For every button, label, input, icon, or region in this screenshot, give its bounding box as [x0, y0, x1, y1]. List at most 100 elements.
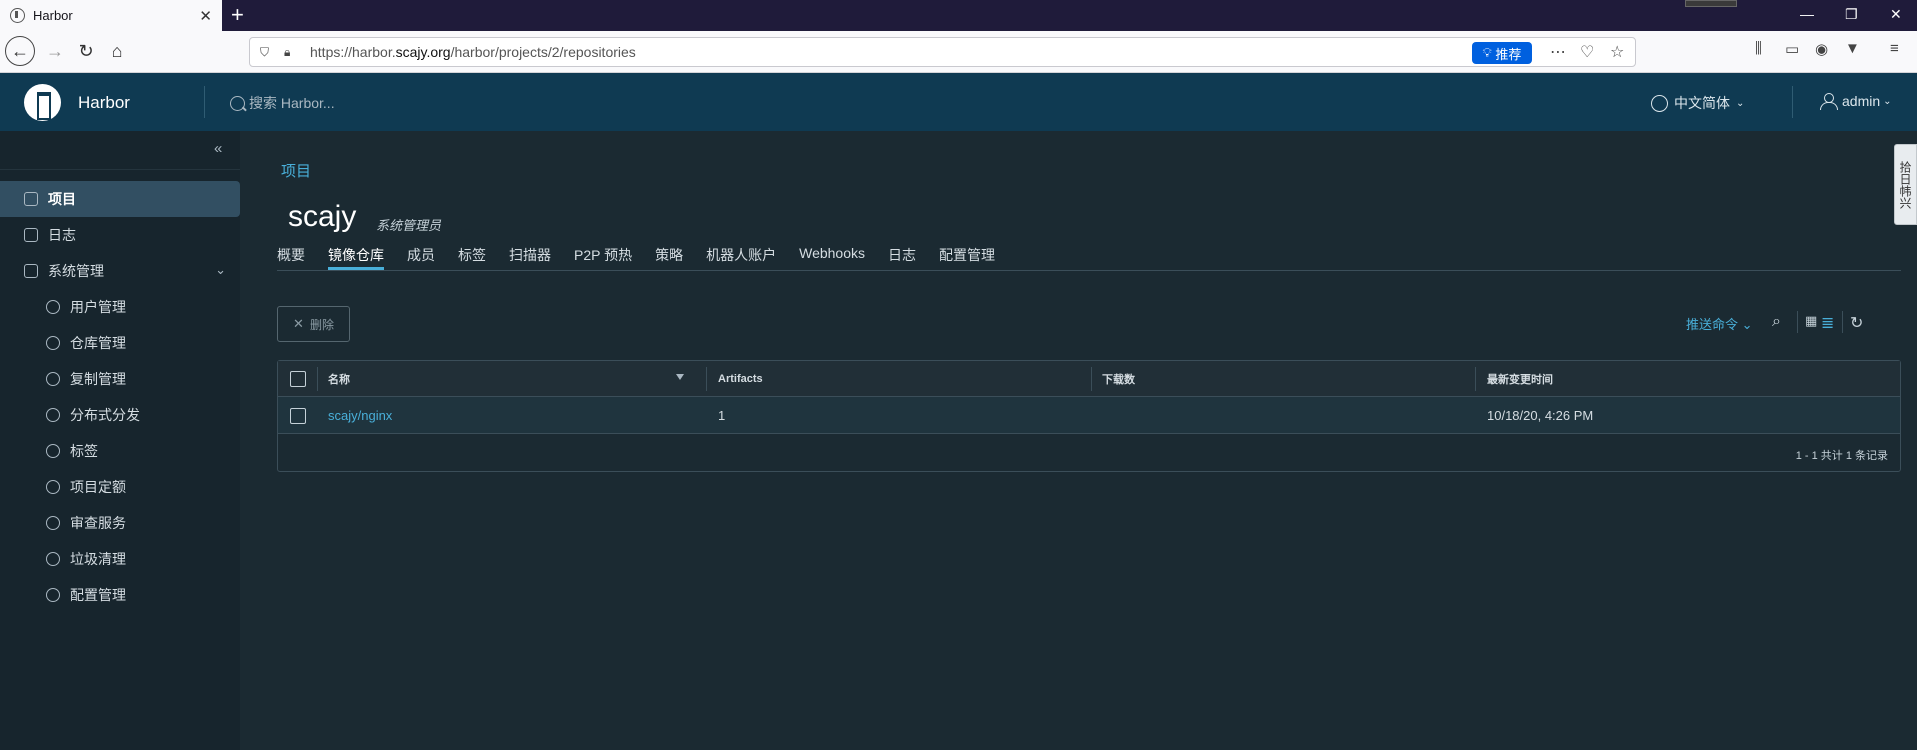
app-header: Harbor 搜索 Harbor... 中文简体 ⌄ admin ⌄ — [0, 73, 1917, 131]
tab-robot-accounts[interactable]: 机器人账户 — [706, 245, 776, 270]
select-all-checkbox[interactable] — [290, 361, 306, 397]
recommend-button[interactable]: 💡︎ 推荐 — [1472, 42, 1532, 64]
user-icon — [1820, 93, 1838, 110]
card-view-icon[interactable]: ▦ — [1805, 313, 1817, 329]
tab-configuration[interactable]: 配置管理 — [939, 245, 995, 270]
tab-members[interactable]: 成员 — [407, 245, 435, 270]
row-checkbox[interactable] — [290, 397, 306, 434]
tab-close-icon[interactable]: ✕ — [199, 7, 212, 25]
column-divider — [706, 367, 707, 391]
delete-label: 删除 — [309, 317, 334, 332]
column-header-name[interactable]: 名称 — [328, 361, 350, 397]
url-text[interactable]: https://harbor.scajy.org/harbor/projects… — [310, 44, 636, 60]
user-menu[interactable]: admin ⌄ — [1820, 93, 1892, 110]
lock-icon[interactable]: 🔒︎ — [284, 45, 298, 59]
restore-icon[interactable]: ❐ — [1845, 6, 1858, 23]
sidebar-item-registries[interactable]: 仓库管理 — [0, 325, 240, 361]
pagination-summary: 1 - 1 共计 1 条记录 — [1795, 450, 1888, 462]
browser-navbar: ← → ↻ ⌂ ⛉ 🔒︎ https://harbor.scajy.org/ha… — [0, 31, 1917, 73]
sidebar-item-labels[interactable]: 标签 — [0, 433, 240, 469]
sidebar-item-logs[interactable]: 日志 — [0, 217, 240, 253]
tracking-shield-icon[interactable]: ⛉ — [260, 45, 274, 59]
sidebar-item-label: 配置管理 — [70, 587, 126, 603]
extension-icon[interactable]: ▼ — [1845, 40, 1860, 57]
sidebar-item-label: 审查服务 — [70, 515, 126, 531]
sidebar-item-label: 标签 — [70, 443, 98, 459]
window-close-icon[interactable]: ✕ — [1890, 6, 1902, 23]
harbor-logo-icon[interactable] — [24, 84, 61, 121]
sidebar-item-quotas[interactable]: 项目定额 — [0, 469, 240, 505]
sidebar-item-projects[interactable]: 项目 — [0, 181, 240, 217]
tab-scanner[interactable]: 扫描器 — [509, 245, 551, 270]
brand-name[interactable]: Harbor — [78, 93, 130, 113]
users-icon — [46, 300, 60, 314]
pocket-icon[interactable]: ♡ — [1580, 42, 1594, 62]
refresh-icon[interactable]: ↻ — [1850, 313, 1863, 333]
table-header: 名称 Artifacts 下载数 最新变更时间 — [278, 361, 1900, 397]
page-title: scajy — [288, 200, 357, 233]
browser-tab[interactable]: Harbor ✕ — [0, 0, 222, 31]
sidebar-item-administration[interactable]: 系统管理 ⌄ — [0, 253, 240, 289]
list-view-icon[interactable]: ≣ — [1821, 313, 1834, 333]
column-header-artifacts[interactable]: Artifacts — [718, 361, 763, 397]
bookmark-star-icon[interactable]: ☆ — [1610, 42, 1624, 62]
global-search-input[interactable]: 搜索 Harbor... — [230, 93, 335, 113]
globe-icon — [1651, 94, 1668, 112]
account-icon[interactable]: ◉ — [1815, 40, 1828, 58]
sidebar-item-label: 项目 — [48, 191, 76, 207]
sidebar-item-label: 仓库管理 — [70, 335, 126, 351]
delete-button[interactable]: ✕ 删除 — [277, 306, 350, 342]
sidebar-divider — [0, 169, 240, 170]
menu-icon[interactable]: ≡ — [1890, 40, 1899, 57]
chevron-down-icon: ⌄ — [1883, 95, 1892, 107]
sidebar-icon[interactable]: ▭ — [1785, 40, 1799, 58]
tab-policy[interactable]: 策略 — [655, 245, 683, 270]
repository-link[interactable]: scajy/nginx — [328, 397, 392, 434]
column-header-downloads[interactable]: 下载数 — [1102, 361, 1135, 397]
library-icon[interactable]: ⫼ — [1755, 40, 1762, 57]
url-bar[interactable]: ⛉ 🔒︎ https://harbor.scajy.org/harbor/pro… — [249, 37, 1636, 67]
forward-arrow-icon[interactable]: → — [42, 38, 68, 64]
repositories-table: 名称 Artifacts 下载数 最新变更时间 scajy/nginx 1 10… — [277, 360, 1901, 472]
back-arrow-icon[interactable]: ← — [5, 36, 35, 66]
search-icon[interactable]: ⌕ — [1772, 313, 1781, 331]
home-icon[interactable]: ⌂ — [104, 38, 130, 64]
harbor-favicon-icon — [10, 8, 25, 23]
chevron-down-icon: ⌄ — [215, 262, 226, 277]
sidebar-item-users[interactable]: 用户管理 — [0, 289, 240, 325]
administration-icon — [24, 264, 38, 278]
filter-icon[interactable] — [676, 374, 684, 380]
sidebar-item-label: 系统管理 — [48, 263, 104, 279]
sidebar-item-configuration[interactable]: 配置管理 — [0, 577, 240, 613]
sidebar: « 项目 日志 系统管理 ⌄ 用户管理 仓库管理 复制管理 分布式分发 标签 项… — [0, 131, 240, 750]
sidebar-item-label: 日志 — [48, 227, 76, 243]
search-placeholder: 搜索 Harbor... — [249, 95, 335, 111]
sidebar-item-interrogation[interactable]: 审查服务 — [0, 505, 240, 541]
sidebar-item-label: 复制管理 — [70, 371, 126, 387]
tab-logs[interactable]: 日志 — [888, 245, 916, 270]
more-icon[interactable]: ⋯ — [1550, 42, 1566, 62]
logs-icon — [24, 228, 38, 242]
browser-tabstrip: Harbor ✕ + — ❐ ✕ — [0, 0, 1917, 31]
reload-icon[interactable]: ↻ — [73, 38, 99, 64]
tab-repositories[interactable]: 镜像仓库 — [328, 245, 384, 270]
minimize-icon[interactable]: — — [1800, 6, 1814, 22]
tab-p2p-preheat[interactable]: P2P 预热 — [574, 245, 632, 270]
breadcrumb[interactable]: 项目 — [281, 160, 311, 181]
language-selector[interactable]: 中文简体 ⌄ — [1651, 93, 1744, 113]
column-header-updated[interactable]: 最新变更时间 — [1487, 361, 1553, 397]
sidebar-item-replications[interactable]: 复制管理 — [0, 361, 240, 397]
tab-summary[interactable]: 概要 — [277, 245, 305, 270]
collapse-sidebar-icon[interactable]: « — [214, 140, 222, 157]
sidebar-item-gc[interactable]: 垃圾清理 — [0, 541, 240, 577]
shield-icon — [46, 516, 60, 530]
column-divider — [1475, 367, 1476, 391]
new-tab-icon[interactable]: + — [231, 2, 244, 28]
sidebar-item-distributions[interactable]: 分布式分发 — [0, 397, 240, 433]
tab-labels[interactable]: 标签 — [458, 245, 486, 270]
search-icon — [230, 95, 245, 111]
sidebar-item-label: 垃圾清理 — [70, 551, 126, 567]
tab-webhooks[interactable]: Webhooks — [799, 245, 865, 270]
push-command-dropdown[interactable]: 推送命令 ⌄ — [1686, 314, 1753, 333]
side-drawer-tab[interactable]: 拾日帏兴 — [1894, 144, 1917, 225]
